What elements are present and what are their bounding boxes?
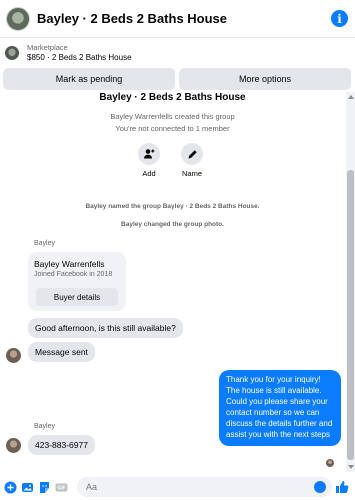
- marketplace-label: Marketplace: [27, 43, 68, 53]
- name-group-control[interactable]: Name: [172, 143, 212, 178]
- mark-as-pending-button[interactable]: Mark as pending: [3, 68, 175, 90]
- chat-title[interactable]: Bayley · 2 Beds 2 Baths House: [37, 11, 227, 26]
- sticker-icon[interactable]: [38, 481, 51, 494]
- message-bubble-outgoing[interactable]: Thank you for your inquiry! The house is…: [219, 370, 341, 446]
- card-name: Bayley Warrenfells: [34, 259, 105, 269]
- sender-name: Bayley: [34, 240, 56, 247]
- buyer-details-button[interactable]: Buyer details: [36, 288, 118, 306]
- scroll-down-icon[interactable]: [348, 465, 354, 469]
- sender-avatar[interactable]: [6, 438, 21, 453]
- chat-scrollbar[interactable]: [346, 92, 355, 472]
- listing-actions: Mark as pending More options: [3, 68, 351, 90]
- gif-icon[interactable]: GIF: [55, 481, 68, 494]
- system-message-photo: Bayley changed the group photo.: [121, 221, 224, 228]
- listing-price: $850 · 2 Beds 2 Baths House: [27, 52, 132, 62]
- sender-name: Bayley: [34, 423, 56, 430]
- image-icon[interactable]: [21, 481, 34, 494]
- listing-thumbnail: [5, 46, 19, 60]
- name-label: Name: [181, 169, 202, 178]
- connection-status: You're not connected to 1 member: [115, 124, 230, 133]
- message-bubble-incoming[interactable]: Message sent: [28, 342, 95, 362]
- card-joined: Joined Facebook in 2018: [34, 271, 113, 278]
- pencil-icon[interactable]: [181, 143, 203, 165]
- message-thread[interactable]: Bayley · 2 Beds 2 Baths House Bayley War…: [0, 92, 345, 472]
- add-person-icon[interactable]: [138, 143, 160, 165]
- system-message-named: Bayley named the group Bayley · 2 Beds 2…: [85, 203, 260, 210]
- group-avatar[interactable]: [6, 6, 30, 31]
- chat-header: Bayley · 2 Beds 2 Baths House i: [0, 0, 355, 38]
- svg-text:GIF: GIF: [57, 485, 65, 491]
- thumbs-up-icon[interactable]: [335, 480, 349, 494]
- message-bubble-incoming[interactable]: Good afternoon, is this still available?: [28, 318, 183, 338]
- scroll-up-icon[interactable]: [348, 95, 354, 99]
- marketplace-listing[interactable]: Marketplace $850 · 2 Beds 2 Baths House: [0, 38, 355, 68]
- info-icon[interactable]: i: [331, 10, 348, 27]
- add-member-control[interactable]: Add: [129, 143, 169, 178]
- seen-avatar: [326, 459, 334, 467]
- add-label: Add: [142, 169, 156, 178]
- message-bubble-incoming[interactable]: 423-883-6977: [28, 435, 95, 455]
- more-options-button[interactable]: More options: [179, 68, 351, 90]
- emoji-icon[interactable]: [314, 481, 326, 493]
- group-title: Bayley · 2 Beds 2 Baths House: [99, 92, 246, 103]
- group-created-text: Bayley Warrenfells created this group: [110, 112, 235, 121]
- message-input[interactable]: [77, 477, 332, 497]
- sender-avatar[interactable]: [6, 348, 21, 363]
- scrollbar-thumb[interactable]: [347, 170, 354, 460]
- plus-icon[interactable]: [4, 481, 17, 494]
- message-composer: GIF: [0, 474, 355, 500]
- profile-card: Bayley Warrenfells Joined Facebook in 20…: [28, 252, 126, 311]
